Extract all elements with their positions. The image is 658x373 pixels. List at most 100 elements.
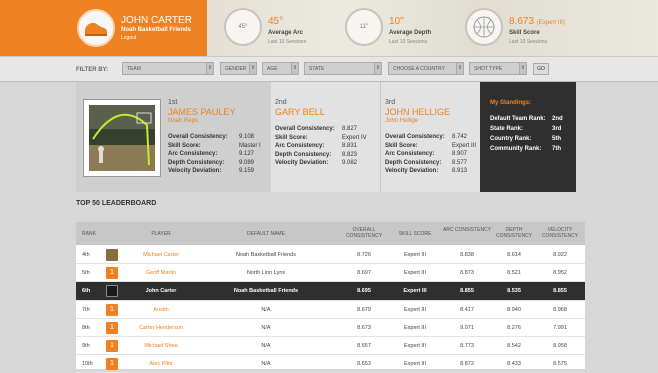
row-overall: 8.697 xyxy=(357,270,371,276)
row-player[interactable]: Alec Pitts xyxy=(131,361,191,367)
standings-row: State Rank: 3rd xyxy=(490,126,562,132)
row-skill: Expert III xyxy=(403,361,426,367)
shoe-icon xyxy=(85,22,107,36)
stat-label: Average Depth xyxy=(389,30,432,36)
table-row-current-user[interactable]: 6th John Carter Noah Basketball Friends … xyxy=(76,282,585,301)
row-skill: Expert III xyxy=(403,325,426,331)
table-row[interactable]: 4th Michael Carter Noah Basketball Frien… xyxy=(76,246,585,264)
row-player[interactable]: Michael Shea xyxy=(131,343,191,349)
standings-row: Default Team Rank: 2nd xyxy=(490,116,563,122)
row-arc: 8.773 xyxy=(460,343,474,349)
updown-arrow-icon: ⇕ xyxy=(374,63,381,74)
age-select[interactable]: AGE ⇕ xyxy=(262,62,299,75)
row-velocity: 8.855 xyxy=(553,288,567,294)
updown-arrow-icon: ⇕ xyxy=(519,63,526,74)
jersey-icon: 1 xyxy=(106,340,118,352)
team-select[interactable]: TEAM ⇕ xyxy=(122,62,214,75)
state-select[interactable]: STATE ⇕ xyxy=(304,62,382,75)
row-skill: Expert III xyxy=(403,343,426,349)
podium-player-name[interactable]: JAMES PAULEY xyxy=(168,107,235,117)
row-team: N/A xyxy=(261,361,271,367)
podium-player-name[interactable]: JOHN HELLIGE xyxy=(385,107,450,117)
player-photo xyxy=(83,99,161,177)
podium-team[interactable]: John Hellige xyxy=(385,118,418,124)
row-rank: 7th xyxy=(82,307,90,313)
table-row[interactable]: 8th 1 Carter Henderson N/A 8.673 Expert … xyxy=(76,319,585,337)
podium-player-name[interactable]: GARY BELL xyxy=(275,107,325,117)
row-rank: 6th xyxy=(82,288,91,294)
row-player[interactable]: Austin xyxy=(131,307,191,313)
row-player[interactable]: Geoff Martin xyxy=(131,270,191,276)
col-team[interactable]: DEFAULT NAME xyxy=(221,231,311,237)
row-overall: 8.673 xyxy=(357,325,371,331)
updown-arrow-icon: ⇕ xyxy=(206,63,213,74)
col-arc[interactable]: ARC CONSISTENCY xyxy=(442,227,492,233)
shot-type-select[interactable]: SHOT TYPE ⇕ xyxy=(469,62,527,75)
podium-team[interactable]: Noah Reps xyxy=(168,118,198,124)
row-overall: 8.726 xyxy=(357,252,371,258)
user-name: JOHN CARTER xyxy=(121,15,192,26)
row-velocity: 8.575 xyxy=(553,361,567,367)
col-rank[interactable]: RANK xyxy=(78,231,100,237)
row-depth: 8.614 xyxy=(507,252,521,258)
table-row[interactable]: 5th 1 Geoff Martin North Linn Lynx 8.697… xyxy=(76,264,585,282)
stat-value: 45° xyxy=(268,16,284,27)
updown-arrow-icon: ⇕ xyxy=(456,63,463,74)
jersey-icon: 1 xyxy=(106,358,118,370)
stat-value: 8.673 (Expert III) xyxy=(509,16,565,27)
row-skill: Expert III xyxy=(403,270,426,276)
row-depth: 8.521 xyxy=(507,270,521,276)
row-skill: Expert III xyxy=(403,307,426,313)
row-arc: 8.838 xyxy=(460,252,474,258)
col-player[interactable]: PLAYER xyxy=(136,231,186,237)
jersey-icon: 1 xyxy=(106,304,118,316)
table-row[interactable]: 7th 1 Austin N/A 8.679 Expert III 8.417 … xyxy=(76,301,585,319)
row-velocity: 8.922 xyxy=(553,252,567,258)
updown-arrow-icon: ⇕ xyxy=(249,63,256,74)
row-arc: 8.417 xyxy=(460,307,474,313)
gender-select[interactable]: GENDER ⇕ xyxy=(220,62,257,75)
country-select[interactable]: CHOOSE A COUNTRY ⇕ xyxy=(388,62,464,75)
row-team: N/A xyxy=(261,325,271,331)
col-skill[interactable]: SKILL SCORE xyxy=(391,231,439,237)
row-velocity: 8.958 xyxy=(553,343,567,349)
row-player[interactable]: Michael Carter xyxy=(131,252,191,258)
logout-link[interactable]: Logout xyxy=(121,35,136,41)
stat-value-suffix: (Expert III) xyxy=(536,20,565,26)
podium-metrics: Overall Consistency: 8.742 Skill Score: Ex… xyxy=(385,134,477,174)
row-overall: 8.657 xyxy=(357,343,371,349)
standings-row: Country Rank: 5th xyxy=(490,136,561,142)
row-velocity: 8.968 xyxy=(553,307,567,313)
stat-label: Skill Score xyxy=(509,30,540,36)
stats-strip: 45° 45° Average Arc Last 10 Sessions 11"… xyxy=(207,0,658,56)
user-avatar[interactable] xyxy=(77,9,115,47)
arc-gauge-icon: 45° xyxy=(224,8,262,46)
player-avatar xyxy=(106,285,118,297)
my-standings-panel: My Standings: Default Team Rank: 2nd Stat… xyxy=(480,82,576,192)
row-team: N/A xyxy=(261,307,271,313)
row-depth: 8.276 xyxy=(507,325,521,331)
table-row[interactable]: 9th 1 Michael Shea N/A 8.657 Expert III … xyxy=(76,337,585,355)
stat-label: Average Arc xyxy=(268,30,303,36)
col-depth[interactable]: DEPTH CONSISTENCY xyxy=(489,227,539,239)
podium-metrics: Overall Consistency: 8.827 Skill Score: Ex… xyxy=(275,126,367,166)
table-row[interactable]: 10th 1 Alec Pitts N/A 8.653 Expert III 8… xyxy=(76,355,585,373)
row-overall: 8.653 xyxy=(357,361,371,367)
row-overall: 8.695 xyxy=(357,288,371,294)
col-overall[interactable]: OVERALL CONSISTENCY xyxy=(339,227,389,239)
row-player[interactable]: Carter Henderson xyxy=(131,325,191,331)
leaderboard-title: TOP 50 LEADERBOARD xyxy=(76,200,157,207)
row-depth: 8.535 xyxy=(507,288,521,294)
col-velocity[interactable]: VELOCITY CONSISTENCY xyxy=(535,227,585,239)
updown-arrow-icon: ⇕ xyxy=(291,63,298,74)
standings-row: Community Rank: 7th xyxy=(490,146,561,152)
row-player[interactable]: John Carter xyxy=(131,288,191,294)
stat-value: 10" xyxy=(389,16,404,27)
podium-rank: 2nd xyxy=(275,99,287,106)
row-team: Noah Basketball Friends xyxy=(233,288,299,294)
row-rank: 9th xyxy=(82,343,90,349)
user-panel: JOHN CARTER Noah Basketball Friends Logo… xyxy=(0,0,207,56)
shot-arc-icon xyxy=(89,105,155,171)
row-arc: 9.071 xyxy=(460,325,474,331)
go-button[interactable]: GO xyxy=(533,63,549,75)
